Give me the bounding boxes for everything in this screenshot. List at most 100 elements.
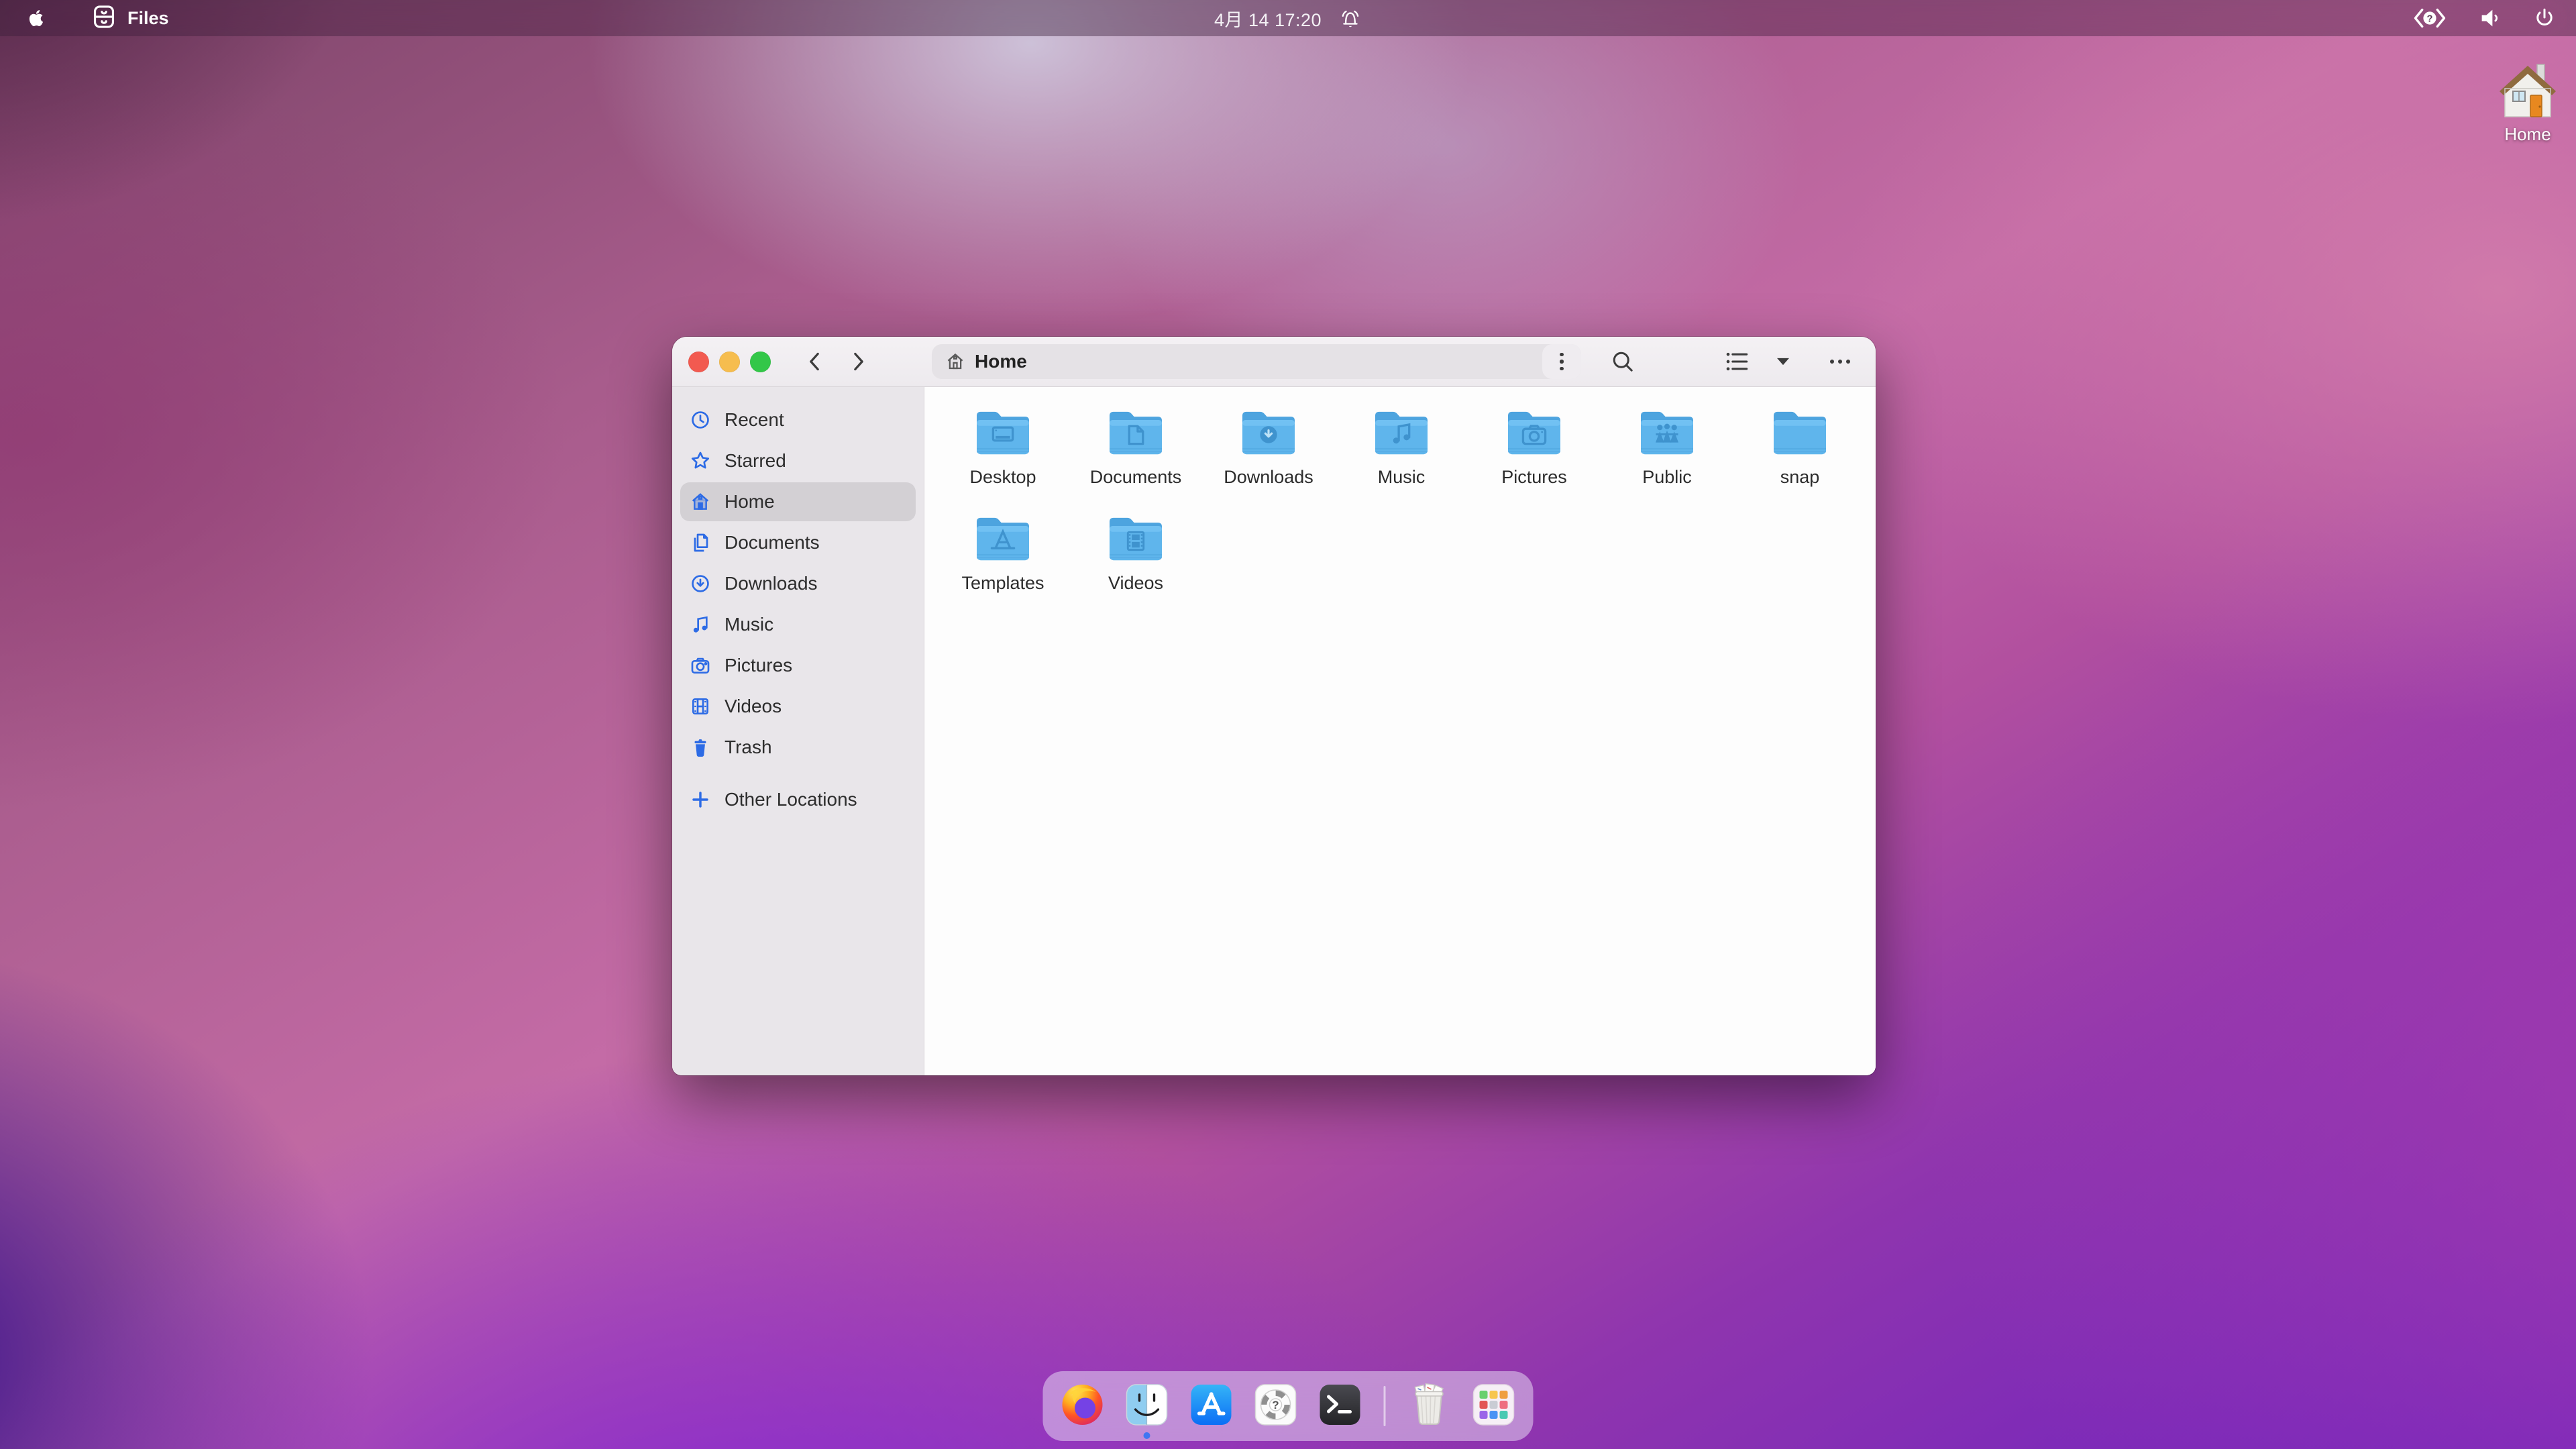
- folder-icon: [1104, 407, 1167, 463]
- folder-item-public[interactable]: Public: [1601, 407, 1733, 513]
- sidebar-item-label: Documents: [724, 532, 820, 553]
- music-icon: [690, 614, 711, 635]
- software-store-icon: [1189, 1383, 1234, 1430]
- forward-button[interactable]: [850, 352, 867, 372]
- dock-item-files[interactable]: [1125, 1384, 1169, 1428]
- files-window: Home: [672, 337, 1876, 1075]
- sidebar-item-pictures[interactable]: Pictures: [680, 646, 916, 685]
- documents-icon: [690, 532, 711, 553]
- path-bar[interactable]: Home: [932, 344, 1581, 379]
- home-folder-icon: [2496, 58, 2560, 123]
- volume-icon[interactable]: [2478, 6, 2502, 30]
- sidebar: Recent Starred Home Documents Downloads …: [672, 387, 924, 1075]
- folder-icon: [971, 513, 1034, 569]
- dock-item-firefox[interactable]: [1061, 1384, 1105, 1428]
- files-app-icon: [91, 4, 117, 33]
- desktop-icon-label: Home: [2504, 124, 2551, 145]
- dock-item-app-grid[interactable]: [1472, 1384, 1516, 1428]
- folder-icon: [1768, 407, 1831, 463]
- file-grid[interactable]: Desktop Documents Downloads Music: [924, 387, 1876, 1075]
- maximize-button[interactable]: [750, 352, 771, 372]
- folder-item-videos[interactable]: Videos: [1069, 513, 1202, 619]
- trash-icon: [690, 737, 711, 758]
- folder-item-pictures[interactable]: Pictures: [1468, 407, 1601, 513]
- folder-item-documents[interactable]: Documents: [1069, 407, 1202, 513]
- dock-item-terminal[interactable]: [1318, 1384, 1362, 1428]
- menu-bar-center: 4月 14 17:20: [1214, 0, 1362, 36]
- traffic-lights: [688, 352, 771, 372]
- svg-text:?: ?: [1272, 1399, 1279, 1411]
- power-icon[interactable]: [2533, 7, 2556, 30]
- search-button[interactable]: [1611, 350, 1635, 374]
- sidebar-item-trash[interactable]: Trash: [680, 728, 916, 767]
- svg-text:?: ?: [2427, 14, 2433, 25]
- dock-separator: [1384, 1386, 1386, 1426]
- folder-item-templates[interactable]: Templates: [936, 513, 1069, 619]
- sidebar-item-label: Recent: [724, 409, 784, 431]
- folder-item-snap[interactable]: snap: [1733, 407, 1866, 513]
- path-home-icon: [945, 352, 965, 372]
- clock[interactable]: 4月 14 17:20: [1214, 5, 1322, 32]
- sidebar-item-recent[interactable]: Recent: [680, 400, 916, 439]
- running-indicator: [1144, 1432, 1150, 1439]
- folder-icon: [1370, 407, 1433, 463]
- dock-item-software-store[interactable]: [1189, 1384, 1234, 1428]
- location-menu-button[interactable]: [1542, 344, 1581, 379]
- window-body: Recent Starred Home Documents Downloads …: [672, 387, 1876, 1075]
- help-icon: ?: [1254, 1383, 1298, 1430]
- dock-item-trash-full[interactable]: [1407, 1384, 1452, 1428]
- sidebar-item-label: Trash: [724, 737, 772, 758]
- apple-menu-icon[interactable]: [25, 7, 47, 30]
- folder-icon: [971, 407, 1034, 463]
- dock: ?: [1043, 1371, 1534, 1441]
- sidebar-item-label: Pictures: [724, 655, 792, 676]
- sidebar-item-starred[interactable]: Starred: [680, 441, 916, 480]
- sidebar-item-label: Other Locations: [724, 789, 857, 810]
- downloads-icon: [690, 573, 711, 594]
- pictures-icon: [690, 655, 711, 676]
- sidebar-item-label: Music: [724, 614, 773, 635]
- home-icon: [690, 491, 711, 513]
- folder-icon: [1635, 407, 1699, 463]
- starred-icon: [690, 450, 711, 472]
- keyboard-indicator-icon[interactable]: ?: [2412, 6, 2447, 30]
- list-view-button[interactable]: [1724, 350, 1750, 373]
- folder-item-downloads[interactable]: Downloads: [1202, 407, 1335, 513]
- recent-icon: [690, 409, 711, 431]
- sidebar-item-downloads[interactable]: Downloads: [680, 564, 916, 603]
- sidebar-item-music[interactable]: Music: [680, 605, 916, 644]
- plus-icon: [690, 789, 711, 810]
- folder-item-desktop[interactable]: Desktop: [936, 407, 1069, 513]
- close-button[interactable]: [688, 352, 709, 372]
- minimize-button[interactable]: [719, 352, 740, 372]
- files-icon: [1125, 1383, 1169, 1430]
- nav-buttons: [806, 352, 867, 372]
- terminal-icon: [1318, 1383, 1362, 1430]
- sidebar-item-label: Home: [724, 491, 775, 513]
- sidebar-item-other-locations[interactable]: Other Locations: [680, 780, 916, 819]
- active-app-name: Files: [127, 8, 169, 29]
- dock-item-help[interactable]: ?: [1254, 1384, 1298, 1428]
- window-titlebar[interactable]: Home: [672, 337, 1876, 387]
- view-options-dropdown[interactable]: [1775, 356, 1791, 368]
- sidebar-item-home[interactable]: Home: [680, 482, 916, 521]
- desktop-home-shortcut[interactable]: Home: [2489, 58, 2567, 145]
- view-controls: [1724, 350, 1850, 373]
- back-button[interactable]: [806, 352, 823, 372]
- folder-item-music[interactable]: Music: [1335, 407, 1468, 513]
- active-app-menu[interactable]: Files: [91, 4, 169, 33]
- folder-icon: [1104, 513, 1167, 569]
- menu-bar-left: Files: [0, 4, 169, 33]
- notification-bell-icon[interactable]: [1339, 7, 1362, 30]
- sidebar-item-documents[interactable]: Documents: [680, 523, 916, 562]
- videos-icon: [690, 696, 711, 717]
- trash-full-icon: [1407, 1383, 1452, 1430]
- sidebar-item-videos[interactable]: Videos: [680, 687, 916, 726]
- app-grid-icon: [1472, 1383, 1516, 1430]
- path-current-location: Home: [975, 351, 1027, 372]
- sidebar-item-label: Videos: [724, 696, 782, 717]
- folder-icon: [1237, 407, 1300, 463]
- menu-bar-right: ?: [2412, 6, 2556, 30]
- window-menu-button[interactable]: [1830, 360, 1850, 364]
- folder-icon: [1503, 407, 1566, 463]
